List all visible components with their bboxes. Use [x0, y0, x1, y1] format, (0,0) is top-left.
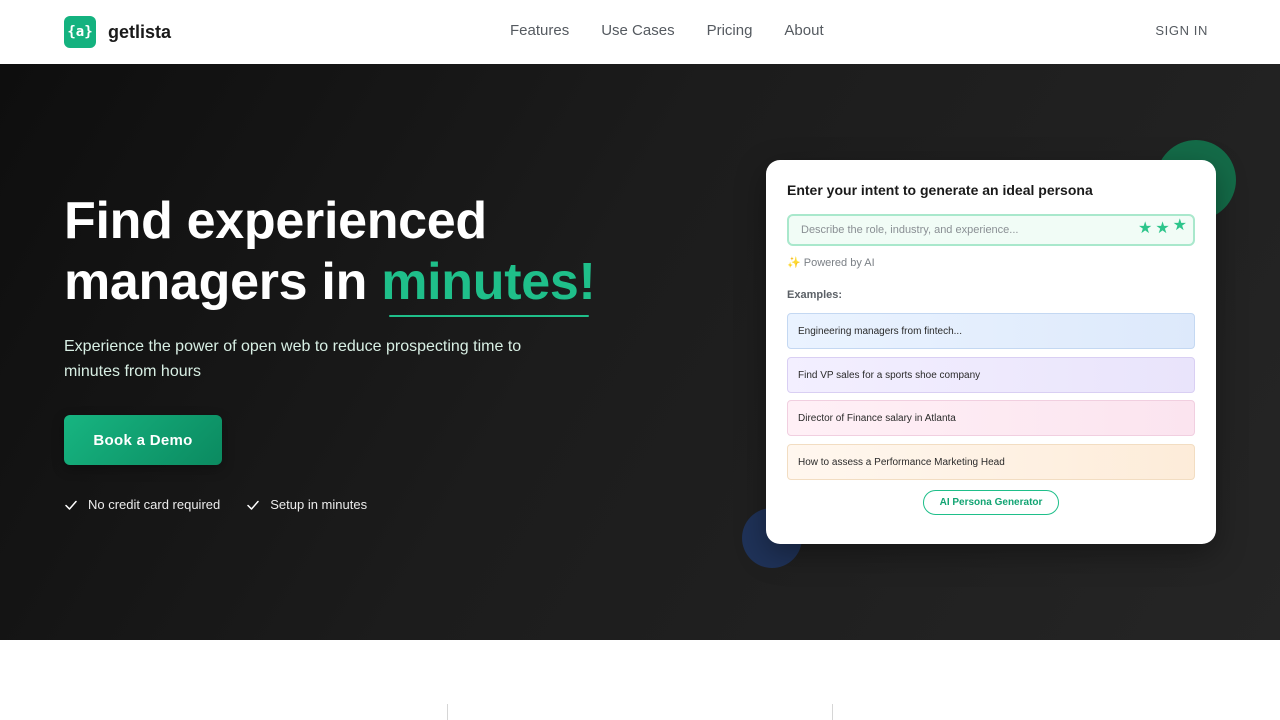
intent-input-wrapper: ★★★ — [787, 214, 1195, 246]
column-divider — [447, 704, 448, 720]
example-item[interactable]: Director of Finance salary in Atlanta — [787, 400, 1195, 436]
powered-by-label: ✨ Powered by AI — [787, 257, 875, 269]
main-nav: Features Use Cases Pricing About — [510, 22, 824, 39]
nav-link-pricing[interactable]: Pricing — [707, 22, 753, 39]
hero-title-line1: Find experienced — [64, 192, 487, 250]
perk-label: No credit card required — [88, 497, 221, 512]
logo-mark: {a} — [64, 16, 96, 48]
check-icon — [247, 500, 259, 510]
persona-card: Enter your intent to generate an ideal p… — [766, 160, 1216, 544]
column-divider — [832, 704, 833, 720]
ai-persona-generator-button[interactable]: AI Persona Generator — [923, 490, 1059, 515]
perk-label: Setup in minutes — [270, 497, 368, 512]
example-item[interactable]: How to assess a Performance Marketing He… — [787, 444, 1195, 480]
perks-list: No credit card required Setup in minutes — [64, 497, 367, 512]
hero-title: Find experienced managers in minutes! — [64, 191, 596, 317]
logo-link[interactable]: {a} getlista — [64, 16, 171, 48]
hero-title-accent: minutes! — [381, 253, 596, 317]
hero-title-line2: managers in — [64, 253, 382, 311]
card-title: Enter your intent to generate an ideal p… — [787, 182, 1093, 198]
example-item[interactable]: Find VP sales for a sports shoe company — [787, 357, 1195, 393]
hero-subtitle: Experience the power of open web to redu… — [64, 338, 522, 380]
nav-link-use-cases[interactable]: Use Cases — [601, 22, 674, 39]
hero-section: Find experienced managers in minutes! Ex… — [0, 64, 1280, 640]
nav-link-about[interactable]: About — [784, 22, 823, 39]
intent-input[interactable] — [801, 216, 1131, 244]
book-demo-button[interactable]: Book a Demo — [64, 415, 222, 465]
perk-item: Setup in minutes — [246, 497, 367, 512]
features-section — [0, 640, 1280, 720]
logo-text: getlista — [108, 21, 172, 42]
example-item[interactable]: Engineering managers from fintech... — [787, 313, 1195, 349]
sign-in-link[interactable]: SIGN IN — [1155, 23, 1208, 38]
nav-link-features[interactable]: Features — [510, 22, 569, 39]
perk-item: No credit card required — [64, 497, 220, 512]
site-header: {a} getlista Features Use Cases Pricing … — [0, 0, 1280, 64]
examples-label: Examples: — [787, 289, 843, 301]
sparkle-icon[interactable]: ★ ★ ★ — [1138, 217, 1187, 238]
check-icon — [65, 500, 77, 510]
